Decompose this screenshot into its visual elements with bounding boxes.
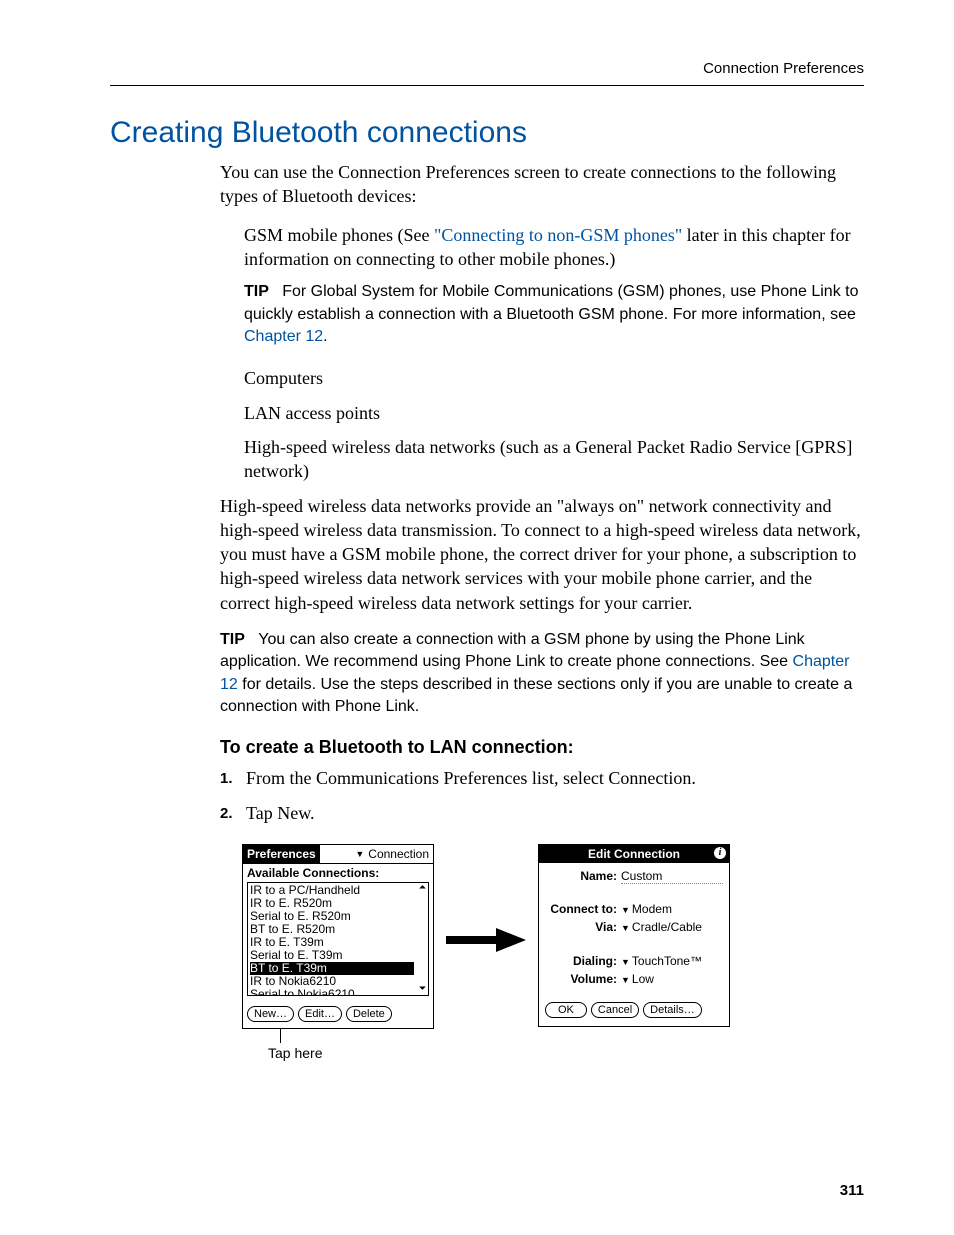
preferences-category-dropdown[interactable]: ▼ Connection <box>320 847 433 861</box>
connections-list[interactable]: 🞁 🞃 IR to a PC/Handheld IR to E. R520m S… <box>247 882 429 996</box>
steps-list: From the Communications Preferences list… <box>220 766 864 826</box>
tip-label: TIP <box>244 283 269 300</box>
tip-gsm-phone-link: TIP For Global System for Mobile Communi… <box>220 281 864 348</box>
dropdown-triangle-icon: ▼ <box>621 975 630 985</box>
dropdown-triangle-icon: ▼ <box>621 957 630 967</box>
figure-row: Preferences ▼ Connection Available Conne… <box>242 844 864 1061</box>
scroll-up-icon[interactable]: 🞁 <box>419 885 426 895</box>
preferences-screen: Preferences ▼ Connection Available Conne… <box>242 844 434 1029</box>
arrow-icon <box>446 844 526 952</box>
scroll-down-icon[interactable]: 🞃 <box>419 983 426 993</box>
tip-phone-link-app: TIP You can also create a connection wit… <box>220 629 864 719</box>
page-number: 311 <box>840 1182 864 1199</box>
details-button[interactable]: Details… <box>643 1002 702 1018</box>
step-1: From the Communications Preferences list… <box>220 766 864 791</box>
connect-to-dropdown[interactable]: ▼Modem <box>621 902 723 916</box>
bullet-highspeed-networks: High-speed wireless data networks (such … <box>220 435 864 484</box>
delete-button[interactable]: Delete <box>346 1006 392 1022</box>
link-non-gsm-phones[interactable]: "Connecting to non-GSM phones" <box>434 225 682 245</box>
tip-label: TIP <box>220 631 245 648</box>
bullet-lan-access-points: LAN access points <box>220 401 864 425</box>
connect-to-row: Connect to: ▼Modem <box>545 902 723 916</box>
preferences-title: Preferences <box>243 845 320 863</box>
running-head: Connection Preferences <box>110 60 864 86</box>
dialing-label: Dialing: <box>545 954 617 968</box>
via-row: Via: ▼Cradle/Cable <box>545 920 723 934</box>
via-dropdown[interactable]: ▼Cradle/Cable <box>621 920 723 934</box>
edit-button[interactable]: Edit… <box>298 1006 342 1022</box>
volume-row: Volume: ▼Low <box>545 972 723 986</box>
connect-to-label: Connect to: <box>545 902 617 916</box>
name-input[interactable]: Custom <box>621 869 723 884</box>
volume-label: Volume: <box>545 972 617 986</box>
cancel-button[interactable]: Cancel <box>591 1002 639 1018</box>
procedure-heading: To create a Bluetooth to LAN connection: <box>220 737 864 758</box>
intro-paragraph: You can use the Connection Preferences s… <box>220 160 864 209</box>
list-item[interactable]: Serial to Nokia6210 <box>250 988 426 996</box>
dialing-dropdown[interactable]: ▼TouchTone™ <box>621 954 723 968</box>
ok-button[interactable]: OK <box>545 1002 587 1018</box>
dialing-row: Dialing: ▼TouchTone™ <box>545 954 723 968</box>
new-button[interactable]: New… <box>247 1006 294 1022</box>
callout-text: Tap here <box>268 1045 434 1061</box>
name-row: Name: Custom <box>545 869 723 884</box>
paragraph-highspeed-detail: High-speed wireless data networks provid… <box>220 494 864 615</box>
edit-connection-title: Edit Connection i <box>539 845 729 863</box>
dropdown-triangle-icon: ▼ <box>355 849 364 859</box>
volume-dropdown[interactable]: ▼Low <box>621 972 723 986</box>
dropdown-triangle-icon: ▼ <box>621 905 630 915</box>
bullet-gsm-phones: GSM mobile phones (See "Connecting to no… <box>220 223 864 272</box>
name-label: Name: <box>545 869 617 883</box>
bullet-computers: Computers <box>220 366 864 390</box>
info-icon[interactable]: i <box>714 847 726 859</box>
step-2: Tap New. <box>220 801 864 826</box>
callout-line <box>280 1029 281 1043</box>
section-title: Creating Bluetooth connections <box>110 116 864 150</box>
available-connections-label: Available Connections: <box>243 864 433 880</box>
dropdown-triangle-icon: ▼ <box>621 923 630 933</box>
link-chapter-12-a[interactable]: Chapter 12 <box>244 328 323 345</box>
edit-connection-screen: Edit Connection i Name: Custom Connect t… <box>538 844 730 1027</box>
via-label: Via: <box>545 920 617 934</box>
